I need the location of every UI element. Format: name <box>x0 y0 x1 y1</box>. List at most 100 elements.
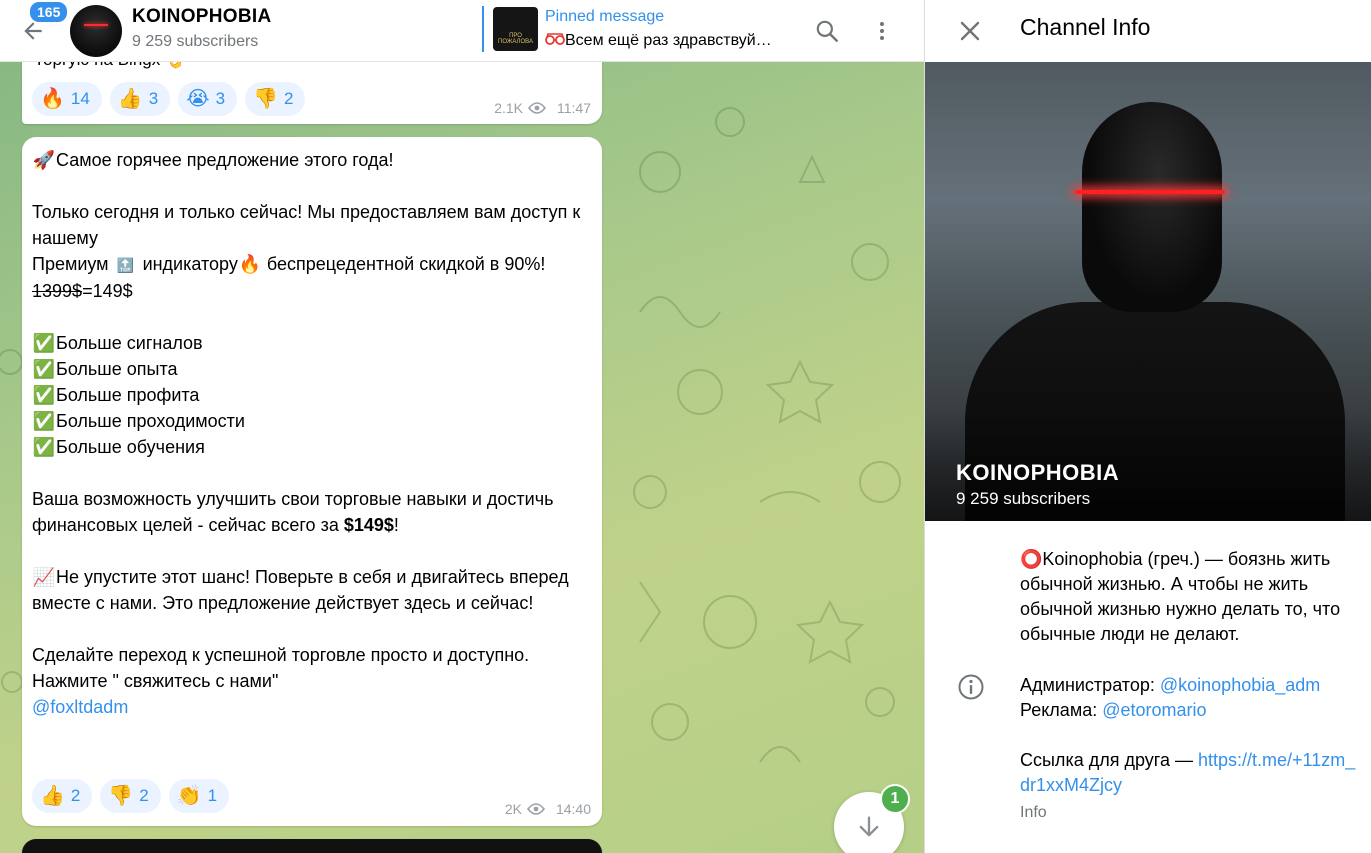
reaction-count: 2 <box>139 786 149 805</box>
bullet-item: Больше опыта <box>56 359 178 379</box>
chart-up-icon: 📈 <box>32 567 56 587</box>
close-icon <box>960 21 980 41</box>
chat-header: 165 KOINOPHOBIA 9 259 subscribers ПРО ПО… <box>0 0 924 62</box>
reaction-thumbs-up[interactable]: 👍 3 <box>109 82 171 116</box>
reactions-bar: 👍 2 👎 2 👏 1 <box>32 779 230 813</box>
thumbs-down-emoji: 👎 <box>108 785 134 807</box>
views-count: 2K <box>504 801 522 817</box>
reaction-crying[interactable]: 😭 3 <box>178 82 238 116</box>
reactions-bar: 🔥 14 👍 3 😭 3 👎 2 <box>32 82 306 116</box>
reaction-thumbs-down[interactable]: 👎 2 <box>245 82 306 116</box>
check-icon: ✅ <box>32 333 56 353</box>
message-line: Премиум <box>32 254 114 274</box>
clap-emoji: 👏 <box>176 785 202 807</box>
message-line: Самое горячее предложение этого года! <box>56 150 394 170</box>
channel-title[interactable]: KOINOPHOBIA <box>132 6 271 28</box>
channel-info-panel: Channel Info KOINOPHOBIA 9 259 subscribe… <box>924 0 1371 853</box>
channel-cover-photo[interactable]: KOINOPHOBIA 9 259 subscribers <box>925 62 1371 521</box>
reaction-count: 14 <box>70 89 90 108</box>
check-icon: ✅ <box>32 411 56 431</box>
message-meta: 2.1K 11:47 <box>494 100 591 116</box>
panel-title: Channel Info <box>1020 14 1151 40</box>
bullet-item: Больше сигналов <box>56 333 203 353</box>
top-arrow-icon: 🔝 <box>116 257 135 273</box>
reaction-fire[interactable]: 🔥 14 <box>32 82 102 116</box>
media-message[interactable] <box>22 839 602 853</box>
info-section-label: Info <box>1020 804 1047 821</box>
panel-header: Channel Info <box>925 0 1371 62</box>
eye-icon <box>528 102 546 114</box>
message-text: 🚀Самое горячее предложение этого года! Т… <box>32 147 597 720</box>
reaction-thumbs-down[interactable]: 👎 2 <box>100 779 161 813</box>
more-button[interactable] <box>864 13 900 49</box>
cover-red-visor <box>1075 190 1225 194</box>
thumbs-up-emoji: 👍 <box>117 88 143 110</box>
channel-subscribers: 9 259 subscribers <box>132 33 259 50</box>
thumbs-up-emoji: 👍 <box>40 785 65 807</box>
check-icon: ✅ <box>32 359 56 379</box>
bullet-item: Больше профита <box>56 385 200 405</box>
reaction-thumbs-up[interactable]: 👍 2 <box>32 779 93 813</box>
message-line: беспрецедентной скидкой в 90%! <box>261 254 546 274</box>
check-icon: ✅ <box>32 437 56 457</box>
reaction-count: 2 <box>70 786 81 805</box>
message-time: 11:47 <box>557 100 591 116</box>
channel-description: ⭕Koinophobia (греч.) — боязнь жить обычн… <box>1020 549 1341 644</box>
thumbs-down-emoji: 👎 <box>253 88 278 110</box>
rocket-icon: 🚀 <box>32 150 56 170</box>
message-time: 14:40 <box>555 801 591 817</box>
info-icon <box>958 674 984 700</box>
cover-figure-head <box>1082 102 1222 312</box>
pinned-thumb-text: ПРО ПОЖАЛОВА <box>498 33 533 45</box>
pinned-indicator <box>482 6 484 52</box>
message-line: Ваша возможность улучшить свои торговые … <box>32 489 559 535</box>
crying-emoji: 😭 <box>186 88 210 110</box>
admin-link[interactable]: @koinophobia_adm <box>1160 675 1320 695</box>
reaction-count: 1 <box>207 786 218 805</box>
eye-icon <box>526 803 545 815</box>
ads-link[interactable]: @etoromario <box>1102 700 1206 720</box>
message-line: Только сегодня и только сейчас! Мы предо… <box>32 202 586 248</box>
message-bubble[interactable]: Торгую на Bingx 👌 🔥14 👍3 😭3 👎2 2.1K 11:4… <box>22 62 602 124</box>
pinned-title: Pinned message <box>545 8 665 25</box>
more-vertical-icon <box>880 22 884 40</box>
new-messages-badge: 1 <box>880 784 910 814</box>
reaction-count: 2 <box>283 89 294 108</box>
message-bubble[interactable]: 🚀Самое горячее предложение этого года! Т… <box>22 137 602 826</box>
arrow-down-icon <box>859 816 879 837</box>
reaction-count: 3 <box>148 89 159 108</box>
pinned-text-content: Всем ещё раз здравствуй… <box>565 32 772 49</box>
message-line: ! <box>393 515 399 535</box>
pinned-message[interactable]: ПРО ПОЖАЛОВА Pinned message Всем ещё раз… <box>482 6 802 54</box>
check-icon: ✅ <box>32 385 56 405</box>
message-line: Не упустите этот шанс! Поверьте в себя и… <box>32 567 574 613</box>
new-price: =149$ <box>82 281 133 301</box>
reaction-clap[interactable]: 👏 1 <box>168 779 230 813</box>
friend-label: Ссылка для друга — <box>1020 750 1198 770</box>
cover-channel-title: KOINOPHOBIA <box>956 460 1120 485</box>
fire-emoji: 🔥 <box>40 88 65 110</box>
message-line: Сделайте переход к успешной торговле про… <box>32 645 535 691</box>
message-meta: 2K 14:40 <box>505 801 591 817</box>
ads-label: Реклама: <box>1020 700 1103 720</box>
old-price: 1399$ <box>32 281 83 301</box>
chat-area[interactable]: Торгую на Bingx 👌 🔥14 👍3 😭3 👎2 2.1K 11:4… <box>0 62 924 853</box>
close-button[interactable] <box>951 12 989 50</box>
message-line: индикатору <box>137 254 238 274</box>
glasses-icon <box>545 33 565 45</box>
message-text: Торгую на Bingx 👌 <box>34 62 186 70</box>
pinned-thumbnail: ПРО ПОЖАЛОВА <box>493 7 538 51</box>
bullet-item: Больше проходимости <box>56 411 245 431</box>
unread-badge: 165 <box>28 0 70 24</box>
cover-subscribers: 9 259 subscribers <box>956 489 1091 508</box>
price-highlight: $149$ <box>343 515 394 535</box>
channel-avatar[interactable] <box>70 5 122 57</box>
channel-info-text: Администратор: @koinophobia_adm Реклама:… <box>1020 673 1365 798</box>
fire-icon: 🔥 <box>238 254 262 274</box>
contact-link[interactable]: @foxltdadm <box>32 697 128 717</box>
admin-label: Администратор: <box>1020 675 1160 695</box>
pinned-text: Всем ещё раз здравствуй… <box>545 32 772 50</box>
search-button[interactable] <box>809 13 845 49</box>
reaction-count: 3 <box>215 89 226 108</box>
search-icon <box>816 20 838 42</box>
